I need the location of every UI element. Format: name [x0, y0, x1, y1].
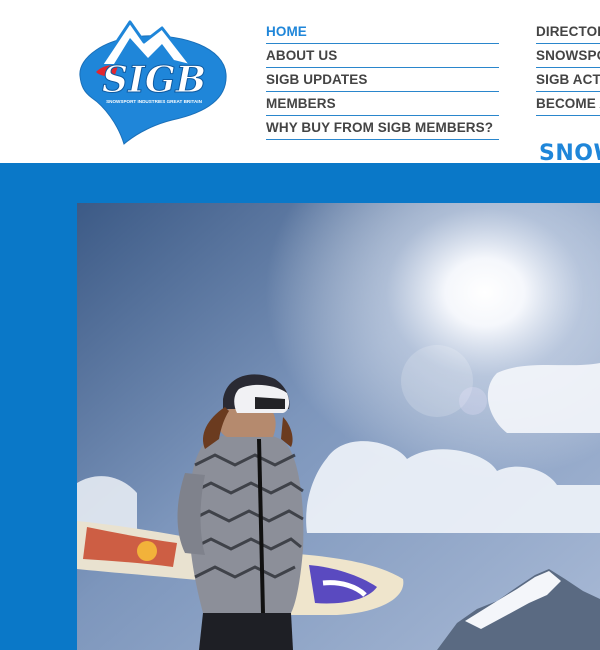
nav-item-why-buy[interactable]: WHY BUY FROM SIGB MEMBERS?	[266, 116, 499, 140]
logo-tagline: SNOWSPORT INDUSTRIES GREAT BRITAIN	[106, 99, 202, 104]
nav-item-become-a-member[interactable]: BECOME A	[536, 92, 600, 116]
logo-wordmark: SIGB	[102, 59, 206, 101]
nav-item-about-us[interactable]: ABOUT US	[266, 44, 499, 68]
nav-item-home[interactable]: HOME	[266, 20, 499, 44]
hero-image	[77, 203, 600, 650]
site-logo[interactable]: SIGB SNOWSPORT INDUSTRIES GREAT BRITAIN	[74, 14, 232, 148]
nav-item-snowsport[interactable]: SNOWSPO	[536, 44, 600, 68]
nav-item-sigb-activities[interactable]: SIGB ACTI	[536, 68, 600, 92]
nav-item-sigb-updates[interactable]: SIGB UPDATES	[266, 68, 499, 92]
secondary-nav: DIRECTOR SNOWSPO SIGB ACTI BECOME A	[536, 20, 600, 116]
nav-item-members[interactable]: MEMBERS	[266, 92, 499, 116]
nav-item-directory[interactable]: DIRECTOR	[536, 20, 600, 44]
page: SIGB SNOWSPORT INDUSTRIES GREAT BRITAIN …	[0, 0, 600, 650]
primary-nav: HOME ABOUT US SIGB UPDATES MEMBERS WHY B…	[266, 20, 499, 140]
site-header: SIGB SNOWSPORT INDUSTRIES GREAT BRITAIN …	[0, 0, 600, 166]
